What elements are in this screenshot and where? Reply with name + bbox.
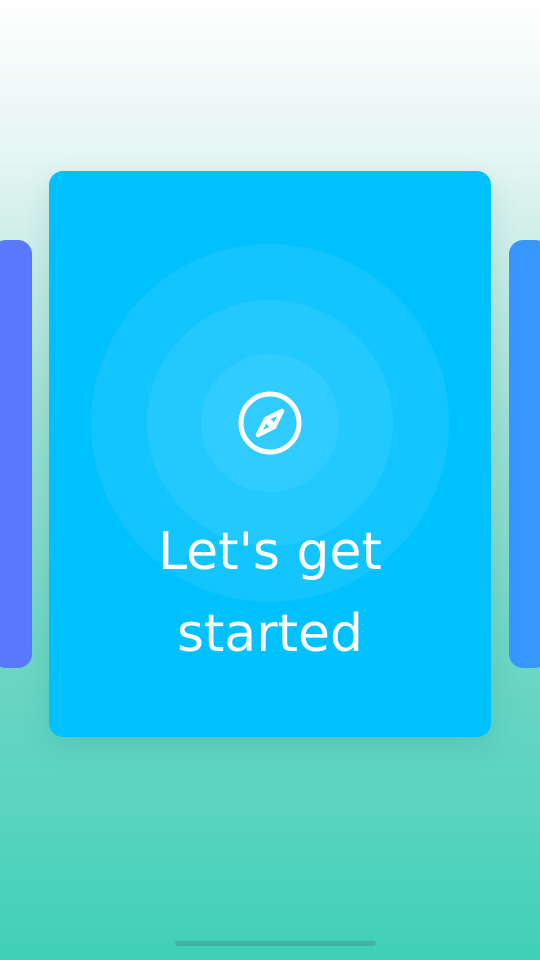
compass-icon <box>238 391 302 455</box>
home-indicator[interactable] <box>175 941 376 946</box>
previous-card[interactable] <box>0 240 32 668</box>
title-line-1: Let's get <box>158 522 382 582</box>
onboarding-card[interactable]: Let's get started <box>49 171 491 737</box>
title-line-2: started <box>176 604 364 664</box>
page-title: Let's get started <box>49 511 491 675</box>
next-card[interactable] <box>509 240 540 668</box>
